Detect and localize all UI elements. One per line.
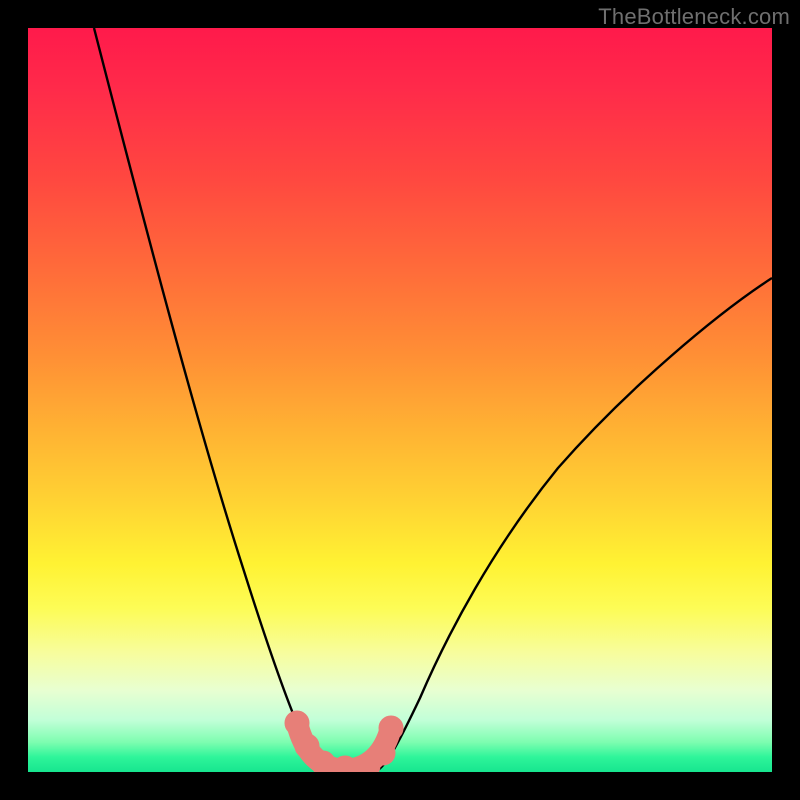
chart-plot-area bbox=[28, 28, 772, 772]
chart-svg bbox=[28, 28, 772, 772]
bottom-marker-group bbox=[285, 711, 403, 772]
marker-connector bbox=[297, 723, 391, 770]
curve-right-branch bbox=[378, 278, 772, 770]
watermark-text: TheBottleneck.com bbox=[598, 4, 790, 30]
curve-left-branch bbox=[94, 28, 326, 770]
